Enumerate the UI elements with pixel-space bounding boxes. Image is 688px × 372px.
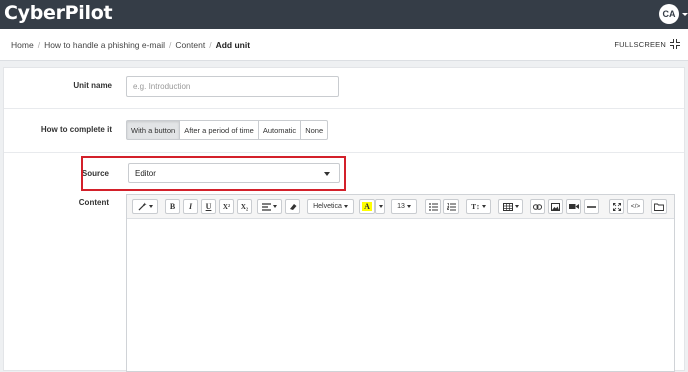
paragraph-align-button[interactable] — [257, 199, 282, 214]
align-left-icon — [262, 202, 271, 211]
insert-image-button[interactable] — [548, 199, 563, 214]
table-dropdown[interactable] — [498, 199, 523, 214]
source-highlight-box — [81, 156, 346, 191]
subscript-button[interactable]: X₂ — [237, 199, 252, 214]
top-navbar: CyberPilot CA — [0, 0, 688, 29]
breadcrumb-separator: / — [37, 40, 41, 50]
horizontal-rule-button[interactable] — [584, 199, 599, 214]
style-magic-button[interactable] — [132, 199, 158, 214]
unit-name-label: Unit name — [73, 81, 112, 90]
link-icon — [533, 203, 542, 210]
text-color-dropdown[interactable] — [375, 199, 385, 214]
video-icon — [568, 204, 579, 209]
magic-wand-icon — [137, 202, 147, 211]
row-divider — [4, 152, 684, 153]
horizontal-rule-icon — [587, 205, 596, 208]
fullscreen-button[interactable]: FULLSCREEN — [614, 39, 680, 49]
editor-fullscreen-button[interactable] — [609, 199, 624, 214]
row-divider — [4, 108, 684, 109]
breadcrumb-separator: / — [169, 40, 172, 50]
folder-icon — [654, 203, 664, 211]
cyberpilot-logo[interactable]: CyberPilot — [4, 2, 113, 24]
text-color-button[interactable]: A — [359, 199, 375, 214]
complete-none-option[interactable]: None — [300, 120, 329, 140]
complete-automatic-option[interactable]: Automatic — [257, 120, 302, 140]
complete-method-group: With a button After a period of time Aut… — [126, 120, 329, 140]
breadcrumb-separator: / — [209, 40, 212, 50]
expand-icon — [612, 202, 621, 211]
add-unit-form: Unit name How to complete it With a butt… — [3, 67, 685, 372]
numbered-list-icon — [446, 202, 456, 210]
breadcrumb-bar: Home / How to handle a phishing e-mail /… — [0, 29, 688, 61]
unit-name-input[interactable] — [126, 76, 339, 97]
breadcrumb-course[interactable]: How to handle a phishing e-mail — [44, 40, 165, 50]
line-height-dropdown[interactable]: T↕ — [466, 199, 491, 214]
content-label: Content — [78, 198, 109, 207]
unordered-list-button[interactable] — [425, 199, 441, 214]
ordered-list-button[interactable] — [443, 199, 459, 214]
superscript-button[interactable]: X² — [219, 199, 234, 214]
user-menu-caret-icon[interactable] — [682, 13, 688, 16]
underline-button[interactable]: U — [201, 199, 216, 214]
font-family-dropdown[interactable]: Helvetica — [307, 199, 354, 214]
line-height-icon: T↕ — [471, 202, 480, 211]
fullscreen-icon — [670, 39, 680, 49]
complete-after-time-option[interactable]: After a period of time — [179, 120, 259, 140]
open-file-button[interactable] — [651, 199, 667, 214]
fullscreen-label: FULLSCREEN — [614, 39, 666, 49]
table-icon — [502, 202, 513, 211]
bullet-list-icon — [428, 202, 438, 211]
breadcrumb-current: Add unit — [215, 40, 251, 50]
text-color-icon: A — [362, 202, 372, 211]
insert-link-button[interactable] — [530, 199, 545, 214]
eraser-icon — [289, 203, 296, 210]
user-avatar[interactable]: CA — [659, 4, 679, 24]
image-icon — [551, 202, 560, 211]
breadcrumb: Home / How to handle a phishing e-mail /… — [11, 40, 250, 50]
code-view-button[interactable]: </> — [627, 199, 644, 214]
complete-with-button-option[interactable]: With a button — [126, 120, 181, 140]
font-family-value: Helvetica — [313, 203, 342, 210]
italic-button[interactable]: I — [183, 199, 198, 214]
insert-video-button[interactable] — [566, 199, 581, 214]
font-size-dropdown[interactable]: 13 — [391, 199, 417, 214]
clear-format-button[interactable] — [285, 199, 300, 214]
breadcrumb-content[interactable]: Content — [175, 40, 205, 50]
bold-button[interactable]: B — [165, 199, 180, 214]
complete-method-label: How to complete it — [40, 125, 112, 134]
rich-text-editor: B I U X² X₂ Helvetica A 13 T↕ </> — [126, 194, 675, 372]
font-size-value: 13 — [397, 203, 405, 210]
editor-toolbar: B I U X² X₂ Helvetica A 13 T↕ </> — [127, 195, 674, 219]
editor-content-area[interactable] — [127, 219, 674, 371]
breadcrumb-home[interactable]: Home — [11, 40, 34, 50]
